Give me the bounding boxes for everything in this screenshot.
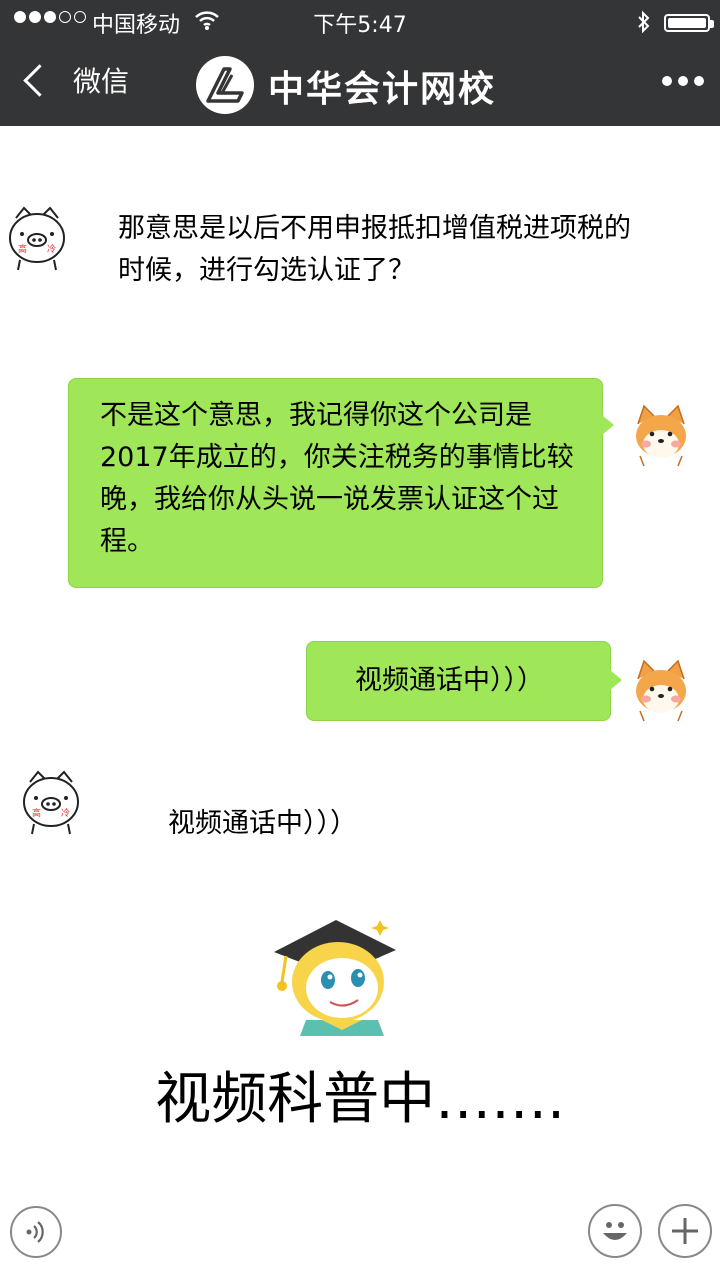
message-text: 不是这个意思，我记得你这个公司是2017年成立的，你关注税务的事情比较晚，我给你… [100,400,574,557]
pig-avatar[interactable]: 高 冷 [18,770,84,836]
svg-text:高: 高 [18,243,27,255]
bubble-tail [602,415,614,435]
voice-icon [26,1221,44,1243]
svg-text:冷: 冷 [47,243,56,255]
status-bar: 中国移动 下午5:47 [0,0,720,44]
message-text: 视频通话中））） [355,665,544,696]
svg-text:冷: 冷 [61,807,70,819]
smiley-icon [603,1222,627,1240]
input-toolbar [0,1190,720,1280]
bubble-tail [610,670,622,690]
back-button[interactable]: 微信 [20,58,130,102]
bluetooth-icon [638,10,650,34]
pig-avatar[interactable]: 高 冷 [4,206,70,272]
message-text: 那意思是以后不用申报抵扣增值税进项税的时候，进行勾选认证了？ [118,213,631,286]
logo-mark-icon [206,67,244,103]
chevron-left-icon [23,63,56,97]
battery-icon [664,14,714,32]
svg-text:高: 高 [32,807,41,819]
back-label: 微信 [73,65,130,98]
clock: 下午5:47 [313,13,407,38]
emoji-button[interactable] [588,1204,642,1258]
message-bubble[interactable]: 不是这个意思，我记得你这个公司是2017年成立的，你关注税务的事情比较晚，我给你… [68,378,614,588]
shiba-avatar[interactable] [628,657,694,723]
plus-icon [672,1218,698,1244]
navigation-bar: 中国移动 下午5:47 微信 中华会计网校 [0,0,720,126]
more-options-button[interactable] [662,76,704,86]
graduate-mascot-icon [274,920,396,1036]
voice-input-button[interactable] [10,1206,62,1258]
message-text: 视频通话中））） [168,808,357,839]
message-bubble[interactable]: 视频通话中））） [306,641,622,721]
banner-text: 视频科普中……. [155,1067,565,1132]
account-logo[interactable] [196,56,254,114]
shiba-avatar[interactable] [628,402,694,468]
page-title: 中华会计网校 [268,69,497,110]
more-actions-button[interactable] [658,1204,712,1258]
